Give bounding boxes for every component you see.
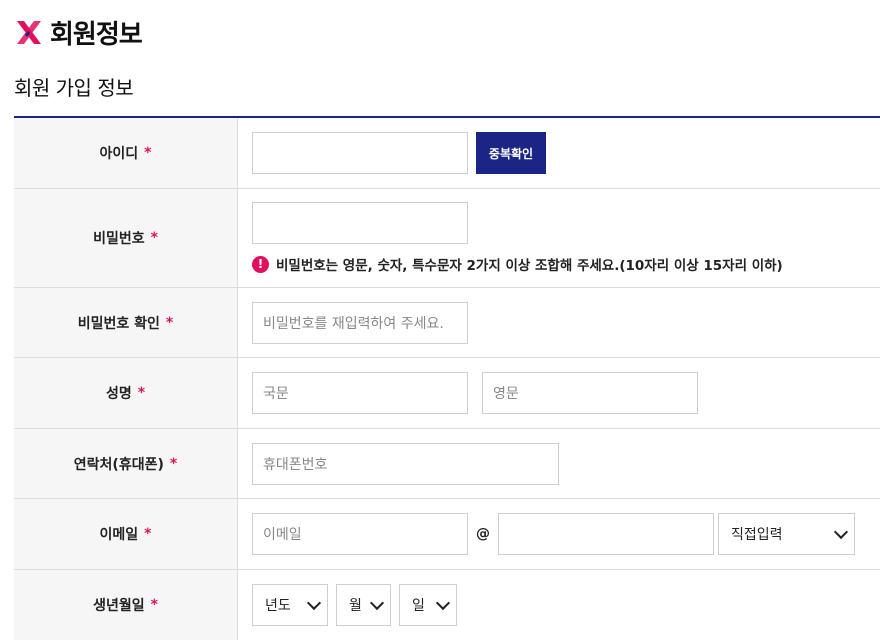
password-confirm-input[interactable]: 비밀번호를 재입력하여 주세요. (252, 301, 468, 344)
form-row-password-confirm: 비밀번호 확인 * 비밀번호를 재입력하여 주세요. (14, 288, 880, 358)
form-row-phone: 연락처(휴대폰) * 휴대폰번호 (14, 429, 880, 499)
section-title: 회원 가입 정보 (14, 76, 134, 100)
required-mark: * (165, 314, 174, 331)
required-mark: * (144, 526, 152, 542)
required-mark: * (144, 145, 152, 161)
form-row-name: 성명 * 국문 영문 (14, 358, 880, 429)
password-confirm-label: 비밀번호 확인 * (14, 288, 238, 357)
chevron-down-icon (369, 595, 385, 611)
phone-content: 휴대폰번호 (238, 429, 880, 498)
birth-year-select[interactable]: 년도 (252, 584, 328, 626)
form-row-password: 비밀번호 * ! 비밀번호는 영문, 숫자, 특수문자 2가지 이상 조합해 주세… (14, 189, 880, 288)
chevron-down-icon (833, 524, 849, 540)
required-mark: * (169, 455, 178, 472)
email-domain-input[interactable] (498, 513, 714, 555)
birthday-label: 생년월일 * (14, 570, 238, 640)
chevron-down-icon (306, 595, 322, 611)
password-notice-text: 비밀번호는 영문, 숫자, 특수문자 2가지 이상 조합해 주세요.(10자리 … (276, 258, 783, 274)
password-content: ! 비밀번호는 영문, 숫자, 특수문자 2가지 이상 조합해 주세요.(10자… (238, 189, 880, 287)
birth-month-select[interactable]: 월 (336, 584, 391, 626)
email-label: 이메일 * (14, 499, 238, 569)
form-row-email: 이메일 * 이메일 @ 직접입력 (14, 499, 880, 570)
form-row-id: 아이디 * 중복확인 (14, 118, 880, 189)
required-mark: * (150, 230, 158, 246)
x-brand-icon (17, 21, 41, 44)
password-confirm-content: 비밀번호를 재입력하여 주세요. (238, 288, 880, 357)
password-input[interactable] (252, 202, 468, 244)
name-label: 성명 * (14, 358, 238, 428)
signup-form-table: 아이디 * 중복확인 비밀번호 * ! 비밀번호는 영문, 숫자, 특수문자 2가지… (14, 116, 880, 640)
id-label: 아이디 * (14, 118, 238, 188)
at-symbol: @ (476, 526, 490, 542)
phone-input[interactable]: 휴대폰번호 (252, 442, 559, 485)
id-input[interactable] (252, 132, 468, 174)
exclamation-icon: ! (252, 255, 269, 273)
email-content: 이메일 @ 직접입력 (238, 499, 880, 569)
page-title: 회원정보 (50, 19, 143, 50)
birth-day-select[interactable]: 일 (399, 584, 457, 626)
chevron-down-icon (435, 595, 451, 611)
page-header: 회원정보 (14, 14, 143, 50)
password-notice: ! 비밀번호는 영문, 숫자, 특수문자 2가지 이상 조합해 주세요.(10자… (252, 254, 783, 274)
phone-label: 연락처(휴대폰) * (14, 429, 238, 498)
password-label: 비밀번호 * (14, 189, 238, 287)
english-name-input[interactable]: 영문 (482, 372, 698, 414)
form-row-birthday: 생년월일 * 년도 월 일 (14, 570, 880, 640)
required-mark: * (137, 385, 146, 401)
email-local-input[interactable]: 이메일 (252, 513, 468, 555)
duplicate-check-button[interactable]: 중복확인 (476, 132, 546, 174)
korean-name-input[interactable]: 국문 (252, 372, 468, 414)
name-content: 국문 영문 (238, 358, 880, 428)
email-domain-select[interactable]: 직접입력 (718, 513, 855, 555)
required-mark: * (150, 597, 158, 613)
id-content: 중복확인 (238, 118, 880, 188)
birthday-content: 년도 월 일 (238, 570, 880, 640)
